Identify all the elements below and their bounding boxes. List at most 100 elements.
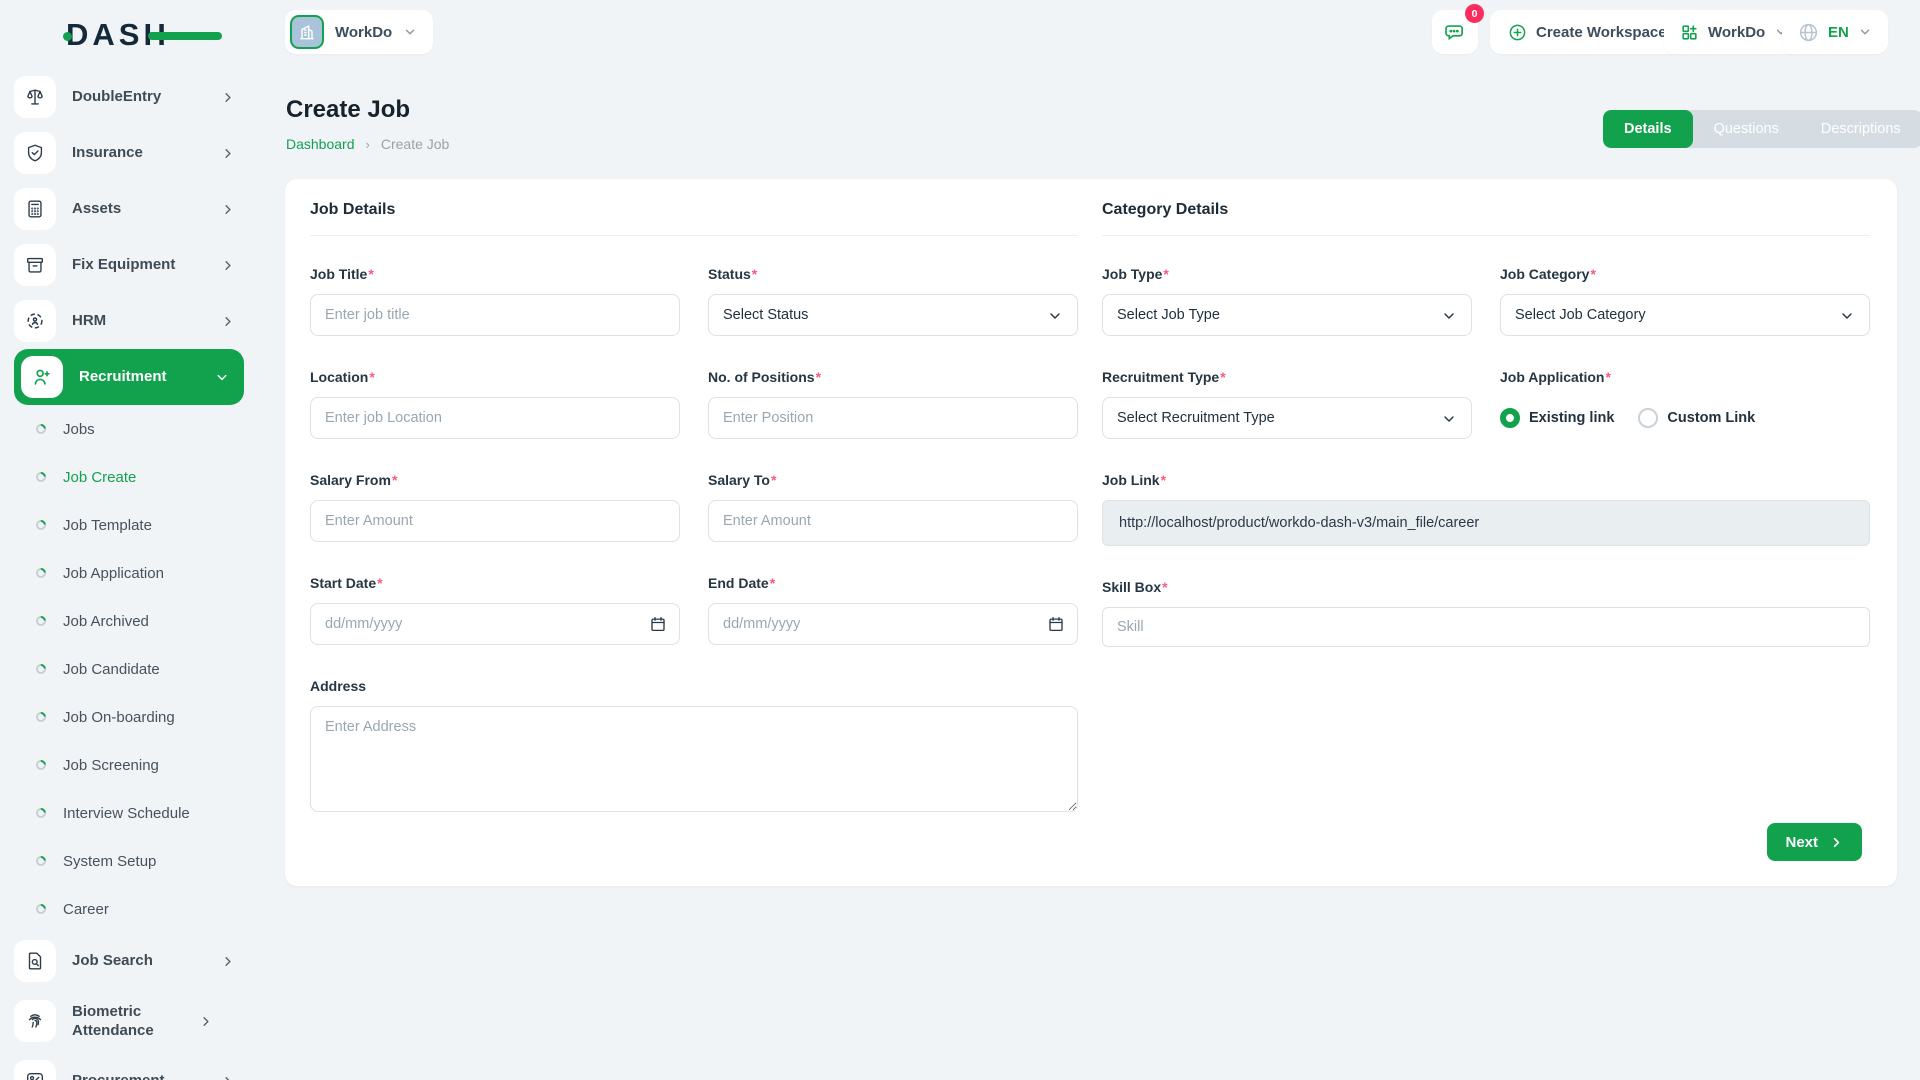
subnav-item-job-application[interactable]: Job Application <box>14 549 244 597</box>
subnav-item-job-onboarding[interactable]: Job On-boarding <box>14 693 244 741</box>
workspace-menu-label: WorkDo <box>1708 24 1765 41</box>
subnav-item-job-create[interactable]: Job Create <box>14 453 244 501</box>
sidebar-item-insurance[interactable]: Insurance <box>14 125 244 181</box>
salary-to-input[interactable] <box>708 500 1078 542</box>
chevron-down-icon <box>1441 308 1457 324</box>
job-category-select[interactable]: Select Job Category <box>1500 294 1870 336</box>
subnav-item-job-screening[interactable]: Job Screening <box>14 741 244 789</box>
page-title: Create Job <box>286 96 410 124</box>
job-type-select[interactable]: Select Job Type <box>1102 294 1472 336</box>
required-asterisk: * <box>1590 266 1595 282</box>
chat-count-badge: 0 <box>1465 4 1484 23</box>
chevron-right-icon <box>220 90 236 105</box>
sidebar-item-label: Insurance <box>72 143 204 163</box>
logo-dot <box>63 32 72 41</box>
bullet-icon <box>34 758 48 772</box>
location-input[interactable] <box>310 397 680 439</box>
create-workspace-button[interactable]: Create Workspace <box>1490 10 1685 54</box>
required-asterisk: * <box>392 472 397 488</box>
tab-details[interactable]: Details <box>1603 110 1693 148</box>
job-link-input[interactable]: http://localhost/product/workdo-dash-v3/… <box>1102 500 1870 546</box>
form-step-tabs: Details Questions Descriptions <box>1603 110 1920 148</box>
required-asterisk: * <box>1605 369 1610 385</box>
bullet-icon <box>34 710 48 724</box>
breadcrumb-dashboard-link[interactable]: Dashboard <box>286 136 355 152</box>
required-asterisk: * <box>377 575 382 591</box>
required-asterisk: * <box>816 369 821 385</box>
subnav-item-job-candidate[interactable]: Job Candidate <box>14 645 244 693</box>
sidebar-item-fix-equipment[interactable]: Fix Equipment <box>14 237 244 293</box>
recruitment-type-select[interactable]: Select Recruitment Type <box>1102 397 1472 439</box>
user-plus-icon <box>21 356 63 398</box>
sidebar-item-hrm[interactable]: HRM <box>14 293 244 349</box>
field-positions: No. of Positions* <box>708 369 1078 439</box>
subnav-item-job-template[interactable]: Job Template <box>14 501 244 549</box>
field-location: Location* <box>310 369 680 439</box>
chevron-right-icon <box>220 954 236 969</box>
percent-tag-icon <box>14 1060 56 1080</box>
breadcrumb-current: Create Job <box>381 136 449 152</box>
subnav-item-system-setup[interactable]: System Setup <box>14 837 244 885</box>
sidebar-item-label: HRM <box>72 311 204 331</box>
chevron-right-icon <box>1829 835 1844 850</box>
field-salary-from: Salary From* <box>310 472 680 542</box>
status-select[interactable]: Select Status <box>708 294 1078 336</box>
radio-existing-link[interactable]: Existing link <box>1500 408 1614 428</box>
sidebar-item-job-search[interactable]: Job Search <box>14 933 244 989</box>
skill-input[interactable] <box>1102 607 1870 647</box>
field-start-date: Start Date* <box>310 575 680 645</box>
sidebar-item-label: Assets <box>72 199 204 219</box>
tab-questions[interactable]: Questions <box>1693 110 1800 148</box>
subnav-item-career[interactable]: Career <box>14 885 244 933</box>
radio-custom-link[interactable]: Custom Link <box>1638 408 1755 428</box>
chevron-right-icon <box>220 202 236 217</box>
workspace-selector-label: WorkDo <box>335 24 392 41</box>
required-asterisk: * <box>771 472 776 488</box>
required-asterisk: * <box>1162 579 1167 595</box>
bullet-icon <box>34 518 48 532</box>
messages-button[interactable]: 0 <box>1432 10 1478 54</box>
end-date-input[interactable] <box>708 603 1078 645</box>
sidebar-item-label: DoubleEntry <box>72 87 204 107</box>
tab-descriptions[interactable]: Descriptions <box>1800 110 1920 148</box>
recruitment-subnav: Jobs Job Create Job Template Job Applica… <box>14 405 244 933</box>
field-skill-box: Skill Box* <box>1102 579 1870 647</box>
subnav-item-job-archived[interactable]: Job Archived <box>14 597 244 645</box>
create-job-card: Job Details Job Title* Status* Select St… <box>285 179 1897 886</box>
sidebar-item-recruitment[interactable]: Recruitment <box>14 349 244 405</box>
chevron-down-icon <box>214 370 230 385</box>
sidebar-item-biometric-attendance[interactable]: Biometric Attendance <box>14 989 244 1053</box>
subnav-item-interview-schedule[interactable]: Interview Schedule <box>14 789 244 837</box>
positions-input[interactable] <box>708 397 1078 439</box>
sidebar-item-doubleentry[interactable]: DoubleEntry <box>14 69 244 125</box>
sidebar-item-label: Procurement <box>72 1071 204 1080</box>
sidebar-item-label: Job Search <box>72 951 204 971</box>
subnav-item-jobs[interactable]: Jobs <box>14 405 244 453</box>
salary-from-input[interactable] <box>310 500 680 542</box>
language-selector[interactable]: EN <box>1782 10 1888 54</box>
breadcrumb-separator: › <box>366 137 370 152</box>
chevron-down-icon <box>1047 308 1063 324</box>
scale-icon <box>14 76 56 118</box>
required-asterisk: * <box>1220 369 1225 385</box>
bullet-icon <box>34 662 48 676</box>
chevron-down-icon <box>1858 25 1872 39</box>
field-job-type: Job Type* Select Job Type <box>1102 266 1472 336</box>
sidebar-item-procurement[interactable]: Procurement <box>14 1053 244 1080</box>
app-logo[interactable]: DASH <box>66 18 236 52</box>
workspace-selector[interactable]: WorkDo <box>285 10 433 54</box>
job-title-input[interactable] <box>310 294 680 336</box>
category-details-section: Category Details Job Type* Select Job Ty… <box>1102 199 1870 647</box>
bullet-icon <box>34 854 48 868</box>
required-asterisk: * <box>369 369 374 385</box>
required-asterisk: * <box>1161 472 1166 488</box>
next-button[interactable]: Next <box>1767 823 1862 861</box>
bullet-icon <box>34 470 48 484</box>
required-asterisk: * <box>368 266 373 282</box>
address-textarea[interactable] <box>310 706 1078 812</box>
start-date-input[interactable] <box>310 603 680 645</box>
section-title-category-details: Category Details <box>1102 199 1870 236</box>
radio-unselected-icon <box>1638 408 1658 428</box>
sidebar-item-assets[interactable]: Assets <box>14 181 244 237</box>
required-asterisk: * <box>770 575 775 591</box>
